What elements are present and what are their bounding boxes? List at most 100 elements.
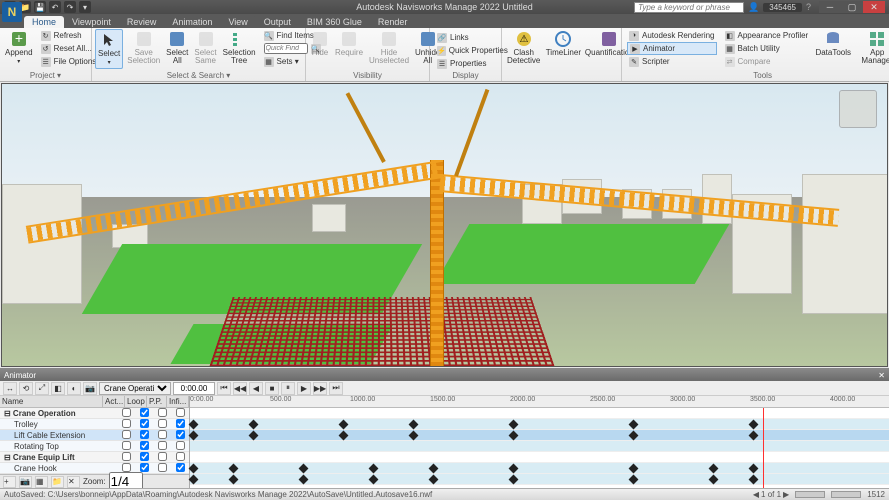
keyframe[interactable] (299, 464, 309, 474)
keyframe[interactable] (629, 431, 639, 441)
active-checkbox[interactable] (122, 430, 131, 439)
track-3[interactable] (190, 441, 889, 452)
active-checkbox[interactable] (122, 441, 131, 450)
pp-checkbox[interactable] (158, 452, 167, 461)
capture-keyframe-button[interactable]: 📷 (83, 382, 97, 395)
animator-button[interactable]: ▶Animator (627, 42, 717, 55)
anim-row-0[interactable]: ⊟ Crane Operation (0, 408, 189, 419)
transparency-tool-button[interactable]: ◐ (67, 382, 81, 395)
pp-checkbox[interactable] (158, 419, 167, 428)
select-button[interactable]: Select▾ (95, 29, 123, 69)
step-forward-button[interactable]: ▶▶ (313, 382, 327, 395)
color-tool-button[interactable]: ◧ (51, 382, 65, 395)
keyframe[interactable] (429, 475, 439, 485)
keyframe[interactable] (189, 475, 199, 485)
keyframe[interactable] (249, 431, 259, 441)
play-back-button[interactable]: ◀ (249, 382, 263, 395)
help-icon[interactable]: ? (806, 2, 811, 12)
keyframe[interactable] (629, 475, 639, 485)
tab-render[interactable]: Render (370, 16, 416, 28)
user-id-display[interactable]: 345465 (763, 3, 802, 12)
tab-output[interactable]: Output (256, 16, 299, 28)
keyframe[interactable] (189, 420, 199, 430)
tab-animation[interactable]: Animation (164, 16, 220, 28)
track-1[interactable] (190, 419, 889, 430)
tab-home[interactable]: Home (24, 16, 64, 28)
keyframe[interactable] (229, 475, 239, 485)
scripter-button[interactable]: ✎Scripter (627, 55, 717, 68)
track-5[interactable] (190, 463, 889, 474)
col-active[interactable]: Act... (103, 396, 125, 407)
keyframe[interactable] (509, 464, 519, 474)
infinite-checkbox[interactable] (176, 441, 185, 450)
anim-row-1[interactable]: Trolley (0, 419, 189, 430)
keyframe[interactable] (709, 475, 719, 485)
loop-checkbox[interactable] (140, 463, 149, 472)
panel-label-project[interactable]: Project ▾ (0, 71, 91, 81)
keyframe[interactable] (509, 431, 519, 441)
loop-checkbox[interactable] (140, 419, 149, 428)
infinite-checkbox[interactable] (176, 419, 185, 428)
active-checkbox[interactable] (122, 452, 131, 461)
app-manager-button[interactable]: App Manager (854, 29, 889, 66)
maximize-button[interactable]: ▢ (841, 1, 863, 13)
time-display[interactable] (173, 382, 215, 395)
keyframe[interactable] (629, 420, 639, 430)
end-button[interactable]: ⏭ (329, 382, 343, 395)
sheet-pager[interactable]: ◀ 1 of 1 ▶ (753, 490, 789, 499)
appearance-profiler-button[interactable]: ◧Appearance Profiler (723, 29, 811, 42)
infinite-checkbox[interactable] (176, 430, 185, 439)
tab-viewpoint[interactable]: Viewpoint (64, 16, 119, 28)
step-back-button[interactable]: ◀◀ (233, 382, 247, 395)
infinite-checkbox[interactable] (176, 452, 185, 461)
infinite-checkbox[interactable] (176, 408, 185, 417)
col-name[interactable]: Name (0, 396, 103, 407)
qat-redo-icon[interactable]: ↷ (64, 1, 76, 13)
pp-checkbox[interactable] (158, 441, 167, 450)
translate-tool-button[interactable]: ↔ (3, 382, 17, 395)
track-0[interactable] (190, 408, 889, 419)
rotate-tool-button[interactable]: ⟲ (19, 382, 33, 395)
track-6[interactable] (190, 474, 889, 485)
keyframe[interactable] (189, 431, 199, 441)
keyframe[interactable] (229, 464, 239, 474)
active-checkbox[interactable] (122, 408, 131, 417)
keyframe[interactable] (299, 475, 309, 485)
file-options-button[interactable]: ☰File Options (39, 55, 99, 68)
pp-checkbox[interactable] (158, 463, 167, 472)
keyframe[interactable] (189, 464, 199, 474)
keyframe[interactable] (749, 420, 759, 430)
keyframe[interactable] (749, 431, 759, 441)
view-cube[interactable] (839, 90, 877, 128)
3d-viewport[interactable] (1, 83, 888, 367)
signin-icon[interactable]: 👤 (748, 2, 759, 13)
add-set-button[interactable]: ▦ (35, 476, 48, 488)
qat-undo-icon[interactable]: ↶ (49, 1, 61, 13)
scale-tool-button[interactable]: ⤢ (35, 382, 49, 395)
zoom-input[interactable] (109, 472, 143, 488)
anim-row-2[interactable]: Lift Cable Extension (0, 430, 189, 441)
links-button[interactable]: 🔗Links (435, 31, 496, 44)
keyframe[interactable] (629, 464, 639, 474)
track-2[interactable] (190, 430, 889, 441)
animator-close-button[interactable]: ✕ (878, 371, 885, 380)
loop-checkbox[interactable] (140, 430, 149, 439)
datatools-button[interactable]: DataTools (814, 29, 852, 58)
anim-row-3[interactable]: Rotating Top (0, 441, 189, 452)
batch-utility-button[interactable]: ▦Batch Utility (723, 42, 811, 55)
append-button[interactable]: + Append▾ (3, 29, 35, 67)
scene-select[interactable]: Crane Operatio (99, 382, 171, 395)
anim-row-4[interactable]: ⊟ Crane Equip Lift (0, 452, 189, 463)
active-checkbox[interactable] (122, 419, 131, 428)
qat-more-icon[interactable]: ▾ (79, 1, 91, 13)
keyframe[interactable] (709, 464, 719, 474)
keyframe[interactable] (749, 475, 759, 485)
minimize-button[interactable]: ─ (819, 1, 841, 13)
selection-tree-button[interactable]: Selection Tree (221, 29, 258, 66)
delete-button[interactable]: ✕ (67, 476, 80, 488)
autodesk-rendering-button[interactable]: ◑Autodesk Rendering (627, 29, 717, 42)
active-checkbox[interactable] (122, 463, 131, 472)
close-button[interactable]: ✕ (863, 1, 885, 13)
clash-detective-button[interactable]: ⚠Clash Detective (505, 29, 542, 66)
stop-button[interactable]: ■ (265, 382, 279, 395)
